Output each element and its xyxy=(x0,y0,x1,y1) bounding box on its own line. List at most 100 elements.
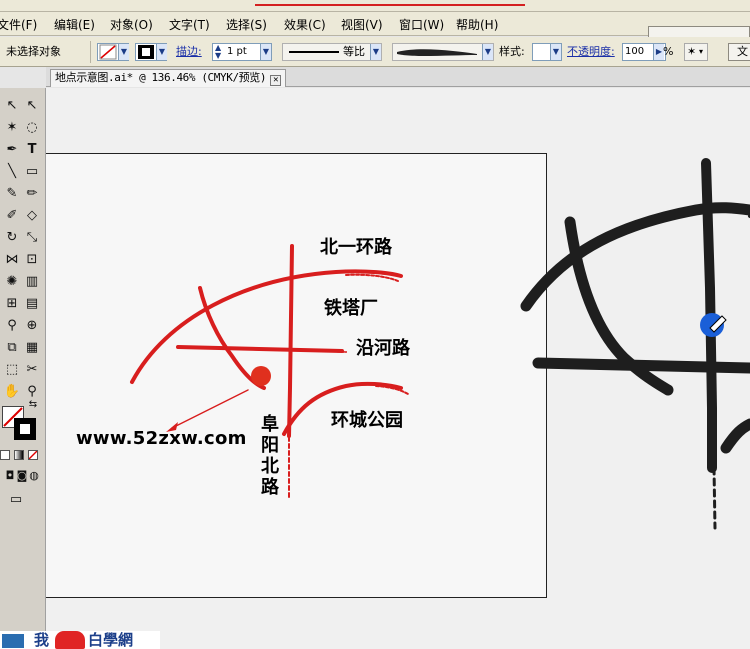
paintbrush-tool-icon[interactable]: ✎ xyxy=(2,184,22,204)
profile-line-preview xyxy=(289,51,339,53)
gradient-mode-icon[interactable] xyxy=(14,450,24,460)
road-label-char: 阜 xyxy=(261,414,279,435)
gradient-tool-icon[interactable]: ▤ xyxy=(22,294,42,314)
graphic-style-dropdown[interactable]: ▼ xyxy=(532,43,562,61)
heart-icon xyxy=(55,631,85,649)
lasso-tool-icon[interactable]: ◌ xyxy=(22,118,42,138)
magic-wand-tool-icon[interactable]: ✶ xyxy=(2,118,22,138)
scale-tool-icon[interactable]: ⤡ xyxy=(22,228,42,248)
blend-tool-icon[interactable]: ⊕ xyxy=(22,316,42,336)
direct-selection-tool-icon[interactable]: ↖ xyxy=(22,96,42,116)
free-transform-tool-icon[interactable]: ⊡ xyxy=(22,250,42,270)
mesh-tool-icon[interactable]: ⊞ xyxy=(2,294,22,314)
width-tool-icon[interactable]: ⋈ xyxy=(2,250,22,270)
opacity-label[interactable]: 不透明度: xyxy=(567,43,615,61)
canvas-pasteboard[interactable]: 北一环路 铁塔厂 沿河路 环城公园 阜 阳 北 路 www.52zxw.com xyxy=(46,88,750,649)
column-graph-tool-icon[interactable]: ▥ xyxy=(22,272,42,292)
stroke-color-icon[interactable] xyxy=(14,418,36,440)
opacity-field[interactable]: 100 ▶ xyxy=(622,43,666,61)
menu-edit[interactable]: 编辑(E) xyxy=(54,16,95,33)
style-label: 样式: xyxy=(499,45,525,58)
road-label-city-park: 环城公园 xyxy=(331,410,403,431)
color-mode-icon[interactable] xyxy=(0,450,10,460)
title-strip-accent xyxy=(255,4,525,6)
road-label-tower-factory: 铁塔厂 xyxy=(324,298,378,319)
draw-inside-icon[interactable]: ◍ xyxy=(24,466,44,486)
selection-tool-icon[interactable]: ↖ xyxy=(2,96,22,116)
road-label-char: 北 xyxy=(261,456,279,477)
isolate-button[interactable]: ✶ ▾ xyxy=(684,43,708,61)
pointer-arrow-line xyxy=(171,389,249,429)
type-tool-icon[interactable]: T xyxy=(22,140,42,160)
panel-button[interactable]: 文 xyxy=(728,43,750,61)
stepper-icon[interactable]: ▲ ▼ xyxy=(215,44,221,60)
watermark-text-2: 白學網 xyxy=(88,631,134,649)
road-label-char: 路 xyxy=(261,477,279,498)
menu-help[interactable]: 帮助(H) xyxy=(456,16,498,33)
pencil-tool-icon[interactable]: ✏ xyxy=(22,184,42,204)
tools-panel: ↖ ↖ ✶ ◌ ✒ T ╲ ▭ ✎ ✏ ✐ ◇ ↻ ⤡ ⋈ ⊡ ✺ ▥ ⊞ ▤ … xyxy=(0,88,46,631)
chevron-down-icon: ▼ xyxy=(156,44,167,60)
riverside-road-tail xyxy=(325,350,347,353)
brush-dropdown[interactable]: ▼ xyxy=(392,43,494,61)
stroke-profile-dropdown[interactable]: 等比 ▼ xyxy=(282,43,382,61)
logo-mark xyxy=(2,634,24,648)
fill-none-icon xyxy=(99,44,117,60)
brush-stroke-preview xyxy=(397,49,477,56)
eyedropper-tool-icon[interactable]: ⚲ xyxy=(2,316,22,336)
watermark-text: 我 xyxy=(34,631,50,649)
menu-file[interactable]: 文件(F) xyxy=(0,16,37,33)
menu-object[interactable]: 对象(O) xyxy=(110,16,153,33)
vertical-road-tail xyxy=(288,387,291,499)
chevron-down-icon: ▼ xyxy=(370,44,381,60)
blob-brush-tool-icon[interactable]: ✐ xyxy=(2,206,22,226)
menu-effect[interactable]: 效果(C) xyxy=(284,16,326,33)
menu-window[interactable]: 窗口(W) xyxy=(399,16,444,33)
line-tool-icon[interactable]: ╲ xyxy=(2,162,22,182)
stroke-profile-label: 等比 xyxy=(343,45,365,58)
brush-lower-stroke xyxy=(720,418,750,454)
chevron-down-icon: ▼ xyxy=(260,44,271,60)
eraser-tool-icon[interactable]: ◇ xyxy=(22,206,42,226)
artwork-layer xyxy=(130,158,750,530)
title-strip xyxy=(0,0,750,12)
stroke-weight-value: 1 pt xyxy=(227,46,247,57)
chevron-down-icon: ▼ xyxy=(118,44,129,60)
close-icon[interactable]: ✕ xyxy=(270,75,282,86)
menu-select[interactable]: 选择(S) xyxy=(226,16,267,33)
none-mode-icon[interactable] xyxy=(28,450,38,460)
graph-tool-icon[interactable]: ▦ xyxy=(22,338,42,358)
document-tab[interactable]: 地点示意图.ai* @ 136.46% (CMYK/预览) ✕ xyxy=(50,69,287,87)
menu-bar: 文件(F) 编辑(E) 对象(O) 文字(T) 选择(S) 效果(C) 视图(V… xyxy=(0,12,750,46)
stroke-swatch[interactable]: ▼ xyxy=(135,43,167,61)
location-dot xyxy=(251,366,271,386)
brush-strokes-preview xyxy=(520,158,750,530)
selection-status: 未选择对象 xyxy=(6,45,61,58)
pen-tool-icon[interactable]: ✒ xyxy=(2,140,22,160)
swap-icon[interactable]: ⇆ xyxy=(26,398,40,412)
slice-tool-icon[interactable]: ✂ xyxy=(22,360,42,380)
document-tab-bar: 地点示意图.ai* @ 136.46% (CMYK/预览) ✕ xyxy=(46,67,750,87)
live-paint-tool-icon[interactable]: ⧉ xyxy=(2,338,22,358)
stroke-weight-field[interactable]: ▲ ▼ 1 pt ▼ xyxy=(212,43,272,61)
site-url-label: www.52zxw.com xyxy=(76,428,247,449)
stroke-label[interactable]: 描边: xyxy=(176,43,202,61)
brush-ring-stroke xyxy=(520,202,750,312)
rectangle-tool-icon[interactable]: ▭ xyxy=(22,162,42,182)
magic-wand-icon: ✶ xyxy=(687,45,697,58)
fill-swatch[interactable]: ▼ xyxy=(97,43,129,61)
artboard-tool-icon[interactable]: ⬚ xyxy=(2,360,22,380)
watermark-logo: 我 白學網 xyxy=(0,631,160,649)
riverside-road-stroke xyxy=(176,345,344,353)
ring-road-stroke xyxy=(130,269,403,384)
divider xyxy=(90,41,91,63)
rotate-tool-icon[interactable]: ↻ xyxy=(2,228,22,248)
stroke-color-icon xyxy=(138,45,154,59)
city-park-road-tail xyxy=(375,385,409,395)
screen-mode-icon[interactable]: ▭ xyxy=(6,490,26,510)
chevron-down-icon: ▼ xyxy=(482,44,493,60)
menu-view[interactable]: 视图(V) xyxy=(341,16,383,33)
hand-tool-icon[interactable]: ✋ xyxy=(2,382,22,402)
menu-type[interactable]: 文字(T) xyxy=(169,16,210,33)
symbol-sprayer-tool-icon[interactable]: ✺ xyxy=(2,272,22,292)
